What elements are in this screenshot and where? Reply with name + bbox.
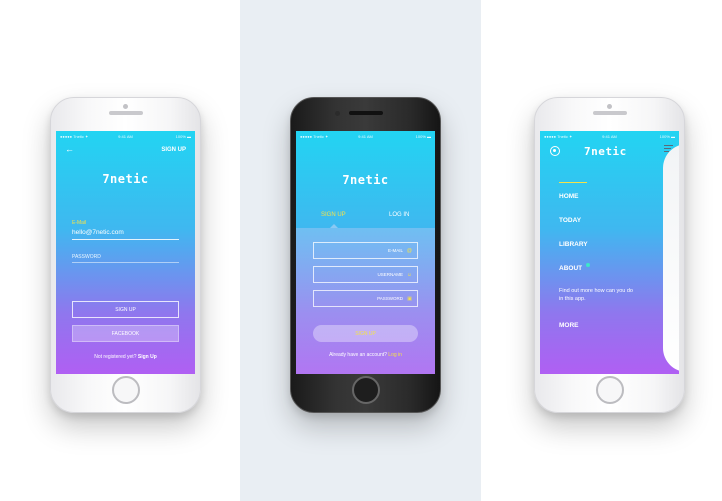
back-arrow-icon[interactable]: ← <box>65 144 74 154</box>
username-input-label: USERNAME <box>377 272 403 277</box>
phone-menu: ●●●●● 7netic ✦ 9:41 AM 100% ▬ 7netic HOM… <box>534 97 685 413</box>
header-signup-title[interactable]: SIGN UP <box>161 147 186 153</box>
at-sign-icon: @ <box>406 247 412 254</box>
password-field[interactable]: PASSWORD <box>72 254 101 260</box>
menu-item-library[interactable]: LIBRARY <box>559 241 588 248</box>
login-footer: Already have an account? Log in <box>296 352 435 358</box>
menu-toggle-icon[interactable] <box>664 145 673 154</box>
content-card-peek[interactable] <box>663 144 679 372</box>
email-underline <box>72 239 179 240</box>
active-indicator-line <box>559 182 587 183</box>
password-input[interactable]: PASSWORD ▣ <box>313 290 418 307</box>
email-input-label: E-MAIL <box>387 248 403 253</box>
home-button[interactable] <box>352 376 380 404</box>
menu-screen: ●●●●● 7netic ✦ 9:41 AM 100% ▬ 7netic HOM… <box>540 131 679 374</box>
status-bar: ●●●●● 7netic ✦ 9:41 AM 100% ▬ <box>540 133 679 141</box>
email-input[interactable]: E-MAIL @ <box>313 242 418 259</box>
signup-button[interactable]: SIGN UP <box>72 301 179 318</box>
facebook-button[interactable]: FACEBOOK <box>72 325 179 342</box>
menu-item-about[interactable]: ABOUT <box>559 265 582 272</box>
menu-item-home[interactable]: HOME <box>559 193 579 200</box>
user-icon: ☺ <box>406 271 412 278</box>
about-indicator-dot <box>586 263 590 267</box>
status-time: 9:41 AM <box>118 134 133 139</box>
phone-signup: ●●●●● 7netic ✦ 9:41 AM 100% ▬ ← SIGN UP … <box>50 97 201 413</box>
status-time: 9:41 AM <box>358 134 373 139</box>
lock-icon: ▣ <box>407 295 412 302</box>
front-camera <box>123 104 128 109</box>
login-screen: ●●●●● 7netic ✦ 9:41 AM 100% ▬ 7netic SIG… <box>296 131 435 374</box>
speaker-grille <box>593 111 627 115</box>
email-label: E-Mail <box>72 220 87 226</box>
speaker-grille <box>109 111 143 115</box>
status-bar: ●●●●● 7netic ✦ 9:41 AM 100% ▬ <box>296 133 435 141</box>
footer-prompt: Not registered yet? <box>94 354 137 360</box>
speaker-grille <box>349 111 383 115</box>
front-camera <box>335 111 340 116</box>
more-link[interactable]: MORE <box>559 322 579 329</box>
submit-signup-button[interactable]: SIGN UP <box>313 325 418 342</box>
app-logo: 7netic <box>584 145 627 158</box>
home-button[interactable] <box>596 376 624 404</box>
battery-indicator: 100% ▬ <box>659 134 675 139</box>
active-tab-caret <box>330 224 338 228</box>
username-input[interactable]: USERNAME ☺ <box>313 266 418 283</box>
about-description: Find out more how can you do in this app… <box>559 288 633 302</box>
password-underline <box>72 262 179 263</box>
email-field[interactable]: hello@7netic.com <box>72 229 124 236</box>
status-time: 9:41 AM <box>602 134 617 139</box>
home-button[interactable] <box>112 376 140 404</box>
password-input-label: PASSWORD <box>377 296 403 301</box>
app-logo: 7netic <box>102 172 149 186</box>
tab-signup[interactable]: SIGN UP <box>321 212 346 218</box>
footer-signup-link[interactable]: Sign Up <box>138 354 157 360</box>
signup-footer: Not registered yet? Sign Up <box>56 354 195 360</box>
status-bar: ●●●●● 7netic ✦ 9:41 AM 100% ▬ <box>56 133 195 141</box>
target-icon[interactable] <box>550 146 560 156</box>
front-camera <box>607 104 612 109</box>
battery-indicator: 100% ▬ <box>175 134 191 139</box>
signup-screen: ●●●●● 7netic ✦ 9:41 AM 100% ▬ ← SIGN UP … <box>56 131 195 374</box>
tab-login[interactable]: LOG IN <box>389 212 409 218</box>
menu-item-today[interactable]: TODAY <box>559 217 581 224</box>
footer-login-link[interactable]: Log in <box>388 352 402 358</box>
footer-prompt: Already have an account? <box>329 352 387 358</box>
app-logo: 7netic <box>342 173 389 187</box>
phone-login: ●●●●● 7netic ✦ 9:41 AM 100% ▬ 7netic SIG… <box>290 97 441 413</box>
battery-indicator: 100% ▬ <box>415 134 431 139</box>
